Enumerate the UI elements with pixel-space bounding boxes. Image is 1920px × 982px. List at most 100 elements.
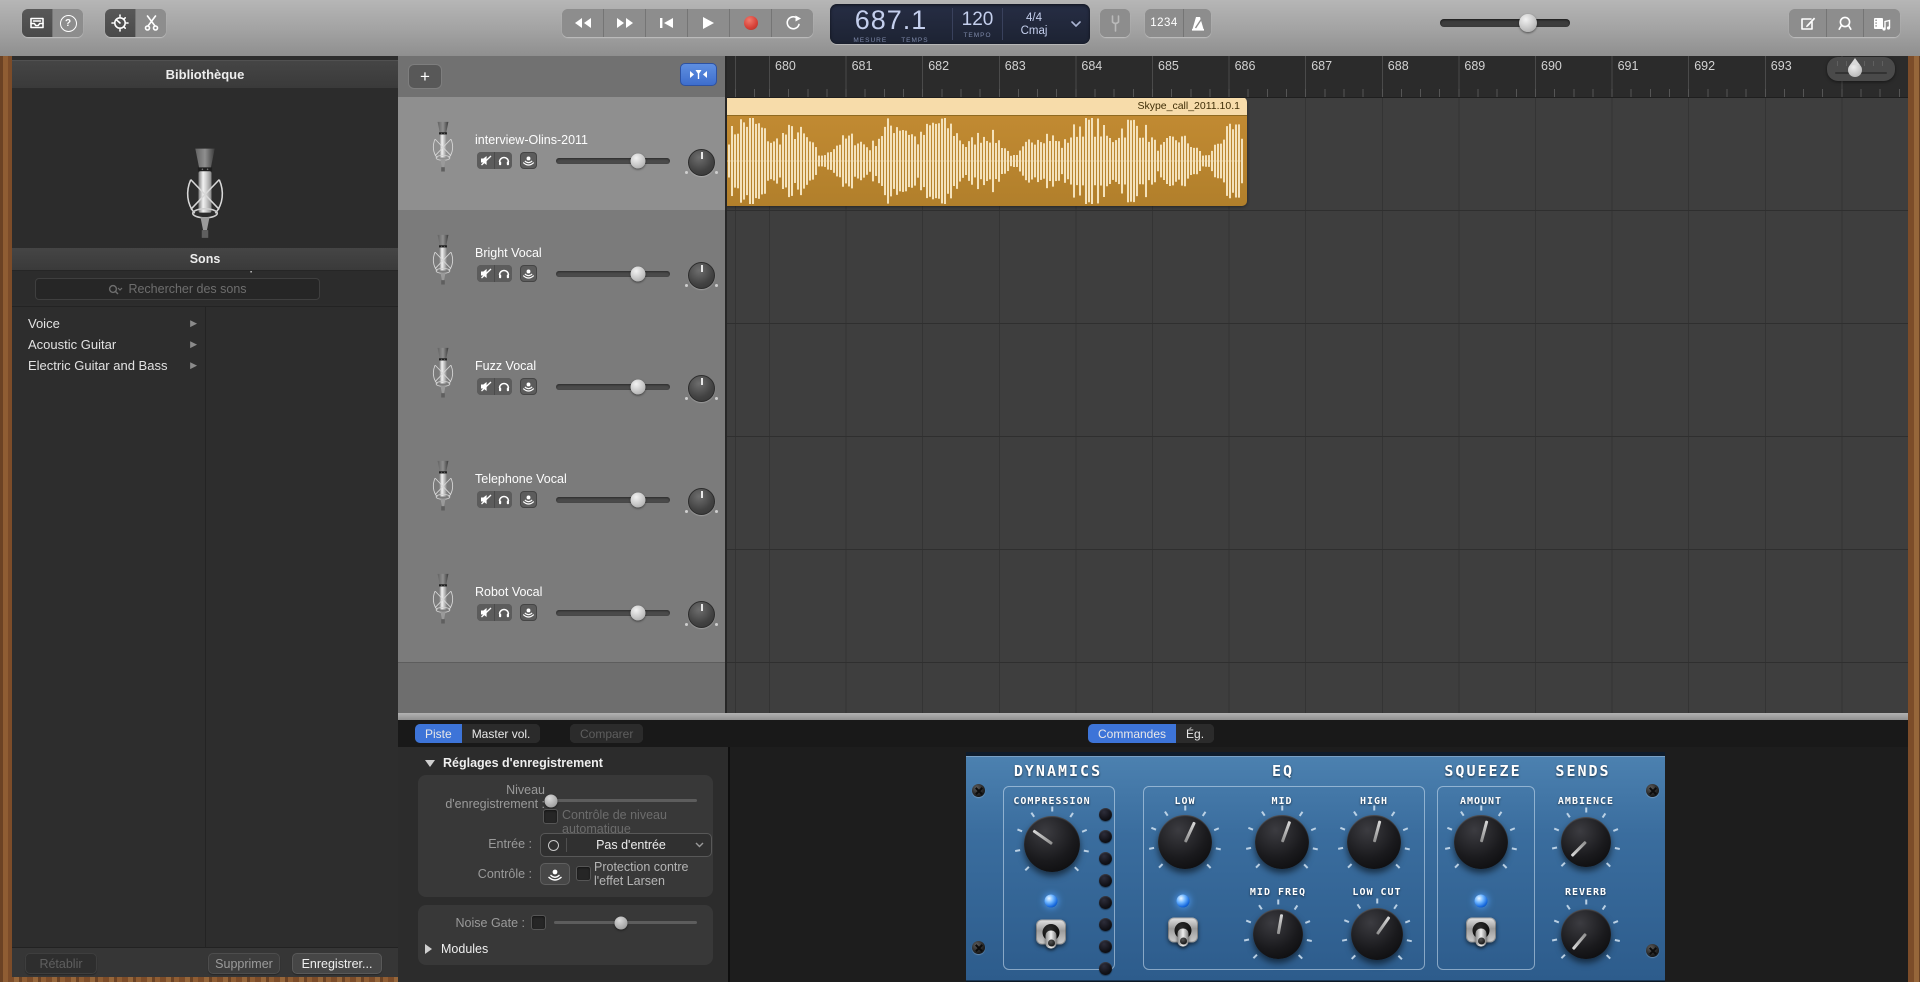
play-button[interactable] (688, 9, 730, 37)
input-monitoring-button[interactable] (540, 863, 570, 885)
lcd-display-menu[interactable] (1065, 4, 1087, 44)
input-source-dropdown[interactable]: Pas d'entrée (540, 833, 712, 857)
library-toggle-button[interactable] (22, 9, 53, 37)
squeeze-power-switch[interactable] (1466, 918, 1496, 943)
track-header-row[interactable]: Bright Vocal (398, 210, 725, 324)
auto-level-checkbox[interactable] (543, 809, 558, 824)
sound-category-acoustic-guitar[interactable]: Acoustic Guitar ▶ (12, 334, 205, 355)
audio-region[interactable]: Skype_call_2011.10.1 (725, 97, 1247, 206)
noise-gate-checkbox[interactable] (531, 915, 546, 930)
mute-button[interactable] (477, 491, 494, 508)
tab-piste[interactable]: Piste (415, 724, 462, 743)
recording-settings-header[interactable]: Réglages d'enregistrement (425, 756, 603, 770)
audio-region-header[interactable]: Skype_call_2011.10.1 (725, 97, 1247, 115)
tab-commandes[interactable]: Commandes (1088, 724, 1176, 743)
ambience-knob[interactable] (1561, 817, 1611, 867)
smart-controls-button[interactable] (105, 9, 136, 37)
cycle-button[interactable] (772, 9, 813, 37)
tab-eq[interactable]: Ég. (1176, 724, 1214, 743)
editor-button[interactable] (136, 9, 166, 37)
catch-playhead-button[interactable] (680, 63, 717, 86)
dynamics-power-switch[interactable] (1036, 920, 1066, 945)
mute-button[interactable] (477, 378, 494, 395)
record-level-slider[interactable] (551, 799, 697, 802)
delete-button[interactable]: Supprimer (208, 953, 280, 974)
add-track-button[interactable]: + (408, 64, 442, 89)
compression-knob[interactable] (1024, 816, 1080, 872)
modules-disclosure[interactable]: Modules (425, 942, 488, 956)
pan-knob[interactable] (688, 262, 715, 289)
revert-button[interactable]: Rétablir (25, 953, 97, 974)
track-volume-thumb[interactable] (631, 380, 646, 395)
tuner-button[interactable] (1100, 9, 1130, 37)
track-volume-thumb[interactable] (631, 267, 646, 282)
mid-freq-knob[interactable] (1253, 909, 1303, 959)
solo-button[interactable] (494, 491, 512, 508)
input-source-icon (548, 840, 559, 851)
record-level-thumb[interactable] (545, 794, 558, 807)
mute-button[interactable] (477, 265, 494, 282)
sound-category-voice[interactable]: Voice ▶ (12, 313, 205, 334)
track-volume-slider[interactable] (556, 497, 670, 503)
zoom-slider-thumb[interactable] (1848, 63, 1862, 77)
pan-knob[interactable] (688, 488, 715, 515)
track-header-row[interactable]: interview-Olins-2011 (398, 97, 725, 211)
audio-region-waveform-area[interactable] (725, 115, 1247, 206)
noise-gate-slider[interactable] (554, 921, 697, 924)
search-input[interactable]: Rechercher des sons (35, 278, 320, 300)
track-volume-slider[interactable] (556, 384, 670, 390)
track-volume-slider[interactable] (556, 610, 670, 616)
input-monitoring-button[interactable] (520, 604, 537, 621)
feedback-protection-checkbox[interactable] (576, 866, 591, 881)
input-monitoring-button[interactable] (520, 491, 537, 508)
track-volume-thumb[interactable] (631, 606, 646, 621)
tab-master-vol[interactable]: Master vol. (462, 724, 541, 743)
loop-browser-button[interactable] (1827, 9, 1864, 37)
pan-knob[interactable] (688, 375, 715, 402)
pan-knob[interactable] (688, 601, 715, 628)
master-volume-slider[interactable] (1440, 19, 1570, 27)
track-volume-thumb[interactable] (631, 493, 646, 508)
solo-button[interactable] (494, 265, 512, 282)
media-browser-button[interactable] (1864, 9, 1900, 37)
mid-knob[interactable] (1255, 815, 1309, 869)
pan-knob[interactable] (688, 149, 715, 176)
timeline-ruler[interactable]: 6806816826836846856866876886896906916926… (725, 56, 1908, 98)
mute-button[interactable] (477, 152, 494, 169)
track-volume-thumb[interactable] (631, 154, 646, 169)
metronome-button[interactable] (1184, 9, 1211, 37)
master-volume-thumb[interactable] (1519, 14, 1537, 32)
record-button[interactable] (730, 9, 772, 37)
input-monitoring-button[interactable] (520, 152, 537, 169)
lcd-display[interactable]: 687.1 MESURE TEMPS 120 TEMPO 4/4 Cmaj (830, 4, 1090, 44)
compare-button[interactable]: Comparer (570, 724, 643, 743)
solo-button[interactable] (494, 604, 512, 621)
high-knob[interactable] (1347, 815, 1401, 869)
save-button[interactable]: Enregistrer... (292, 953, 382, 974)
forward-button[interactable] (604, 9, 646, 37)
input-monitoring-button[interactable] (520, 378, 537, 395)
track-header-row[interactable]: Fuzz Vocal (398, 323, 725, 437)
solo-button[interactable] (494, 152, 512, 169)
sound-category-electric-guitar-bass[interactable]: Electric Guitar and Bass ▶ (12, 355, 205, 376)
count-in-button[interactable]: 1234 (1145, 9, 1184, 37)
input-monitoring-button[interactable] (520, 265, 537, 282)
rewind-button[interactable] (562, 9, 604, 37)
low-cut-knob[interactable] (1351, 908, 1403, 960)
low-knob[interactable] (1158, 815, 1212, 869)
noise-gate-thumb[interactable] (615, 916, 628, 929)
reverb-knob[interactable] (1561, 909, 1611, 959)
track-header-row[interactable]: Telephone Vocal (398, 436, 725, 550)
mute-button[interactable] (477, 604, 494, 621)
track-header-row[interactable]: Robot Vocal (398, 549, 725, 663)
track-volume-slider[interactable] (556, 158, 670, 164)
solo-button[interactable] (494, 378, 512, 395)
eq-power-switch[interactable] (1168, 918, 1198, 943)
zoom-slider[interactable] (1827, 57, 1895, 81)
note-pad-button[interactable] (1789, 9, 1827, 37)
quick-help-button[interactable]: ? (53, 9, 83, 37)
amount-knob[interactable] (1454, 815, 1508, 869)
go-to-beginning-button[interactable] (646, 9, 688, 37)
track-lanes[interactable]: Skype_call_2011.10.1 (725, 97, 1908, 713)
track-volume-slider[interactable] (556, 271, 670, 277)
